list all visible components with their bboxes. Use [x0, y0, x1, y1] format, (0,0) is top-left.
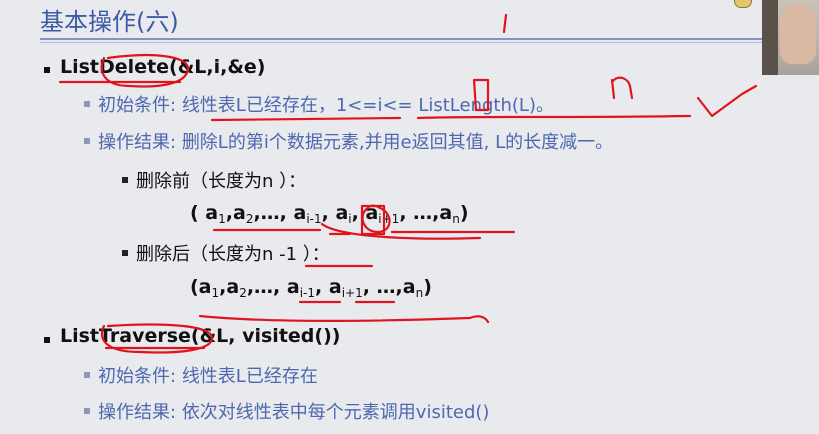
- title-rule-thin: [40, 42, 780, 43]
- listdelete-init-line: 初始条件: 线性表L已经存在，1<=i<= ListLength(L)。: [98, 91, 554, 117]
- webcam-person: [780, 4, 816, 64]
- before-label: 删除前（长度为n ）：: [136, 171, 307, 192]
- ink-tick-top: [502, 13, 508, 34]
- sub-sub-bullet: [122, 177, 128, 183]
- sub-sub-bullet: [122, 250, 128, 256]
- listtraverse-init-line: 初始条件: 线性表L已经存在: [98, 362, 318, 388]
- result-text: 删除L的第i个数据元素,并用e返回其值, L的长度减一。: [181, 132, 614, 153]
- slide-title: 基本操作(六): [40, 8, 179, 36]
- sub-bullet: [84, 372, 90, 378]
- init-text: 线性表L已经存在: [181, 366, 318, 387]
- result-text: 依次对线性表中每个元素调用visited(): [181, 402, 490, 423]
- after-label: 删除后（长度为n -1 ）：: [136, 244, 330, 265]
- op-listdelete-heading: ListDelete(&L,i,&e): [60, 56, 266, 78]
- result-label: 操作结果:: [98, 132, 177, 153]
- slide: 基本操作(六) ListDelete(&L,i,&e) 初始条件: 线性表L已经…: [0, 0, 819, 434]
- init-label: 初始条件:: [98, 366, 177, 387]
- ink-curve-seq2: [198, 314, 490, 324]
- bullet-square: [44, 337, 50, 343]
- sequence-before: ( a1,a2,…, ai-1, ai, ai+1, …,an): [190, 202, 469, 226]
- op-listtraverse-heading: ListTraverse(&L, visited()): [60, 325, 341, 347]
- init-text: 线性表L已经存在，1<=i<= ListLength(L)。: [181, 95, 554, 116]
- result-label: 操作结果:: [98, 402, 177, 423]
- bullet-square: [44, 67, 50, 73]
- sub-bullet: [84, 138, 90, 144]
- ink-underline-seq1: [212, 228, 516, 236]
- webcam-overlay: [762, 0, 819, 75]
- init-label: 初始条件:: [98, 95, 177, 116]
- ink-underline-init: [210, 116, 402, 122]
- ink-n-mark: [610, 76, 634, 100]
- listdelete-result-line: 操作结果: 删除L的第i个数据元素,并用e返回其值, L的长度减一。: [98, 128, 613, 154]
- presenter-badge: [734, 0, 752, 8]
- ink-check: [696, 84, 758, 118]
- sequence-after: (a1,a2,…, ai-1, ai+1, …,an): [190, 276, 432, 300]
- sub-bullet: [84, 101, 90, 107]
- listtraverse-result-line: 操作结果: 依次对线性表中每个元素调用visited(): [98, 398, 489, 424]
- title-rule: [40, 38, 780, 40]
- ink-curve-seq: [320, 222, 482, 240]
- webcam-background: [762, 0, 778, 75]
- sub-bullet: [84, 408, 90, 414]
